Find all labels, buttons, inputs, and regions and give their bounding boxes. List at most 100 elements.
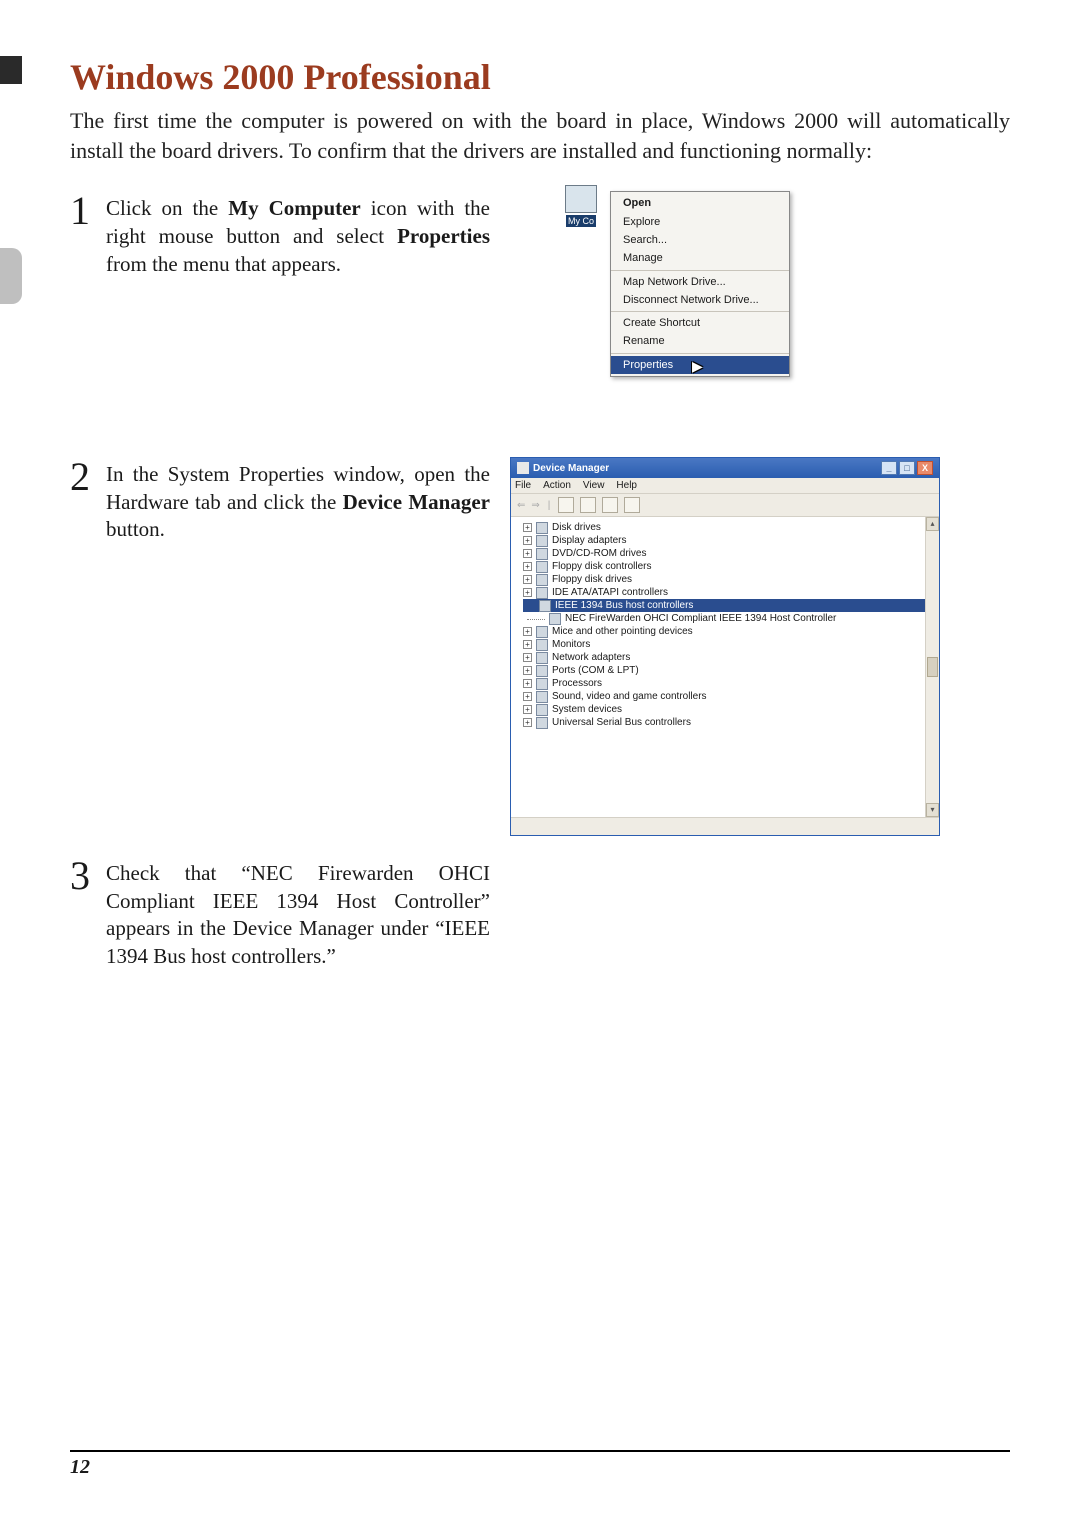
tree-item[interactable]: +IDE ATA/ATAPI controllers — [515, 586, 937, 599]
scroll-up-icon[interactable]: ▴ — [926, 517, 939, 531]
step-2-bold: Device Manager — [343, 490, 490, 514]
window-statusbar — [511, 817, 939, 835]
maximize-button[interactable]: □ — [899, 461, 915, 475]
tree-label: System devices — [552, 703, 622, 716]
tree-item[interactable]: + Network adapters — [515, 651, 937, 664]
tree-item-ieee1394[interactable]: IEEE 1394 Bus host controllers — [523, 599, 937, 612]
menu-view[interactable]: View — [583, 480, 605, 491]
intro-paragraph: The first time the computer is powered o… — [70, 106, 1010, 165]
close-button[interactable]: X — [917, 461, 933, 475]
menu-item-manage[interactable]: Manage — [611, 249, 789, 267]
device-icon — [536, 652, 548, 664]
tree-item[interactable]: +Processors — [515, 677, 937, 690]
device-icon — [536, 665, 548, 677]
tree-item[interactable]: + Disk drives — [515, 521, 937, 534]
device-icon — [536, 561, 548, 573]
tree-label: Sound, video and game controllers — [552, 690, 707, 703]
menu-item-map-drive[interactable]: Map Network Drive... — [611, 273, 789, 291]
expand-icon[interactable]: + — [523, 536, 532, 545]
ieee1394-icon — [539, 600, 551, 612]
device-icon — [536, 522, 548, 534]
nav-forward-icon[interactable]: ⇒ — [531, 500, 539, 511]
window-toolbar: ⇐ ⇒ | — [511, 494, 939, 517]
expand-icon[interactable]: + — [523, 588, 532, 597]
expand-icon[interactable]: + — [523, 692, 532, 701]
toolbar-button-4[interactable] — [624, 497, 640, 513]
menu-item-disconnect-drive[interactable]: Disconnect Network Drive... — [611, 291, 789, 309]
tree-item[interactable]: +Mice and other pointing devices — [515, 625, 937, 638]
step-2: 2 In the System Properties window, open … — [70, 457, 1010, 836]
tree-item[interactable]: + Display adapters — [515, 534, 937, 547]
device-icon — [536, 704, 548, 716]
minimize-button[interactable]: _ — [881, 461, 897, 475]
device-icon — [536, 639, 548, 651]
vertical-scrollbar[interactable]: ▴ ▾ — [925, 517, 939, 817]
expand-icon[interactable]: + — [523, 653, 532, 662]
tree-label: Floppy disk controllers — [552, 560, 651, 573]
menu-file[interactable]: File — [515, 480, 531, 491]
expand-icon[interactable]: + — [523, 562, 532, 571]
device-icon — [536, 717, 548, 729]
toolbar-button-2[interactable] — [580, 497, 596, 513]
tree-item[interactable]: + Monitors — [515, 638, 937, 651]
expand-icon[interactable]: + — [523, 627, 532, 636]
scroll-down-icon[interactable]: ▾ — [926, 803, 939, 817]
step-1-number: 1 — [70, 191, 100, 231]
expand-icon[interactable]: + — [523, 523, 532, 532]
step-1-bold-a: My Computer — [228, 196, 361, 220]
tree-label: Monitors — [552, 638, 590, 651]
tree-item[interactable]: +Universal Serial Bus controllers — [515, 716, 937, 729]
scroll-thumb[interactable] — [927, 657, 938, 677]
tree-label: Display adapters — [552, 534, 626, 547]
step-1-text-c: from the menu that appears. — [106, 252, 341, 276]
tree-item[interactable]: + DVD/CD-ROM drives — [515, 547, 937, 560]
menu-item-search[interactable]: Search... — [611, 231, 789, 249]
menu-item-rename[interactable]: Rename — [611, 332, 789, 350]
step-3: 3 Check that “NEC Firewarden OHCI Compli… — [70, 856, 1010, 971]
device-icon — [536, 548, 548, 560]
expand-icon[interactable]: + — [523, 718, 532, 727]
nav-back-icon[interactable]: ⇐ — [517, 500, 525, 511]
step-2-text-b: button. — [106, 517, 165, 541]
tree-label: Ports (COM & LPT) — [552, 664, 639, 677]
tree-item[interactable]: + Ports (COM & LPT) — [515, 664, 937, 677]
context-menu-screenshot: My Co Open Explore Search... Manage Map … — [610, 191, 810, 377]
device-manager-icon — [517, 462, 529, 474]
context-menu: Open Explore Search... Manage Map Networ… — [610, 191, 790, 377]
tree-item[interactable]: +Floppy disk drives — [515, 573, 937, 586]
device-tree: + Disk drives + Display adapters + DVD/CD-ROM… — [511, 517, 939, 817]
page-number: 12 — [70, 1456, 90, 1478]
menu-help[interactable]: Help — [616, 480, 637, 491]
device-icon — [536, 574, 548, 586]
expand-icon[interactable]: + — [523, 549, 532, 558]
expand-icon[interactable]: + — [523, 575, 532, 584]
menu-action[interactable]: Action — [543, 480, 571, 491]
cursor-icon: ▶ — [692, 358, 703, 375]
tree-item[interactable]: + System devices — [515, 703, 937, 716]
menu-item-shortcut[interactable]: Create Shortcut — [611, 314, 789, 332]
my-computer-label: My Co — [566, 215, 596, 227]
expand-icon[interactable]: + — [523, 679, 532, 688]
step-2-number: 2 — [70, 457, 100, 497]
expand-icon[interactable]: + — [523, 640, 532, 649]
device-icon — [536, 626, 548, 638]
tree-item[interactable]: + Sound, video and game controllers — [515, 690, 937, 703]
firewire-device-icon — [549, 613, 561, 625]
tree-label-ieee1394: IEEE 1394 Bus host controllers — [555, 599, 693, 612]
device-icon — [536, 587, 548, 599]
tree-label: Network adapters — [552, 651, 630, 664]
tree-label: DVD/CD-ROM drives — [552, 547, 646, 560]
tree-item[interactable]: + Floppy disk controllers — [515, 560, 937, 573]
expand-icon[interactable]: + — [523, 705, 532, 714]
tree-item-nec-firewarden[interactable]: NEC FireWarden OHCI Compliant IEEE 1394 … — [515, 612, 937, 625]
menu-item-explore[interactable]: Explore — [611, 213, 789, 231]
step-3-number: 3 — [70, 856, 100, 896]
expand-icon[interactable]: + — [523, 666, 532, 675]
toolbar-button-3[interactable] — [602, 497, 618, 513]
window-titlebar: Device Manager _ □ X — [511, 458, 939, 478]
toolbar-button-1[interactable] — [558, 497, 574, 513]
menu-item-open[interactable]: Open — [611, 194, 789, 212]
device-icon — [536, 691, 548, 703]
device-icon — [536, 678, 548, 690]
tree-label: Disk drives — [552, 521, 601, 534]
